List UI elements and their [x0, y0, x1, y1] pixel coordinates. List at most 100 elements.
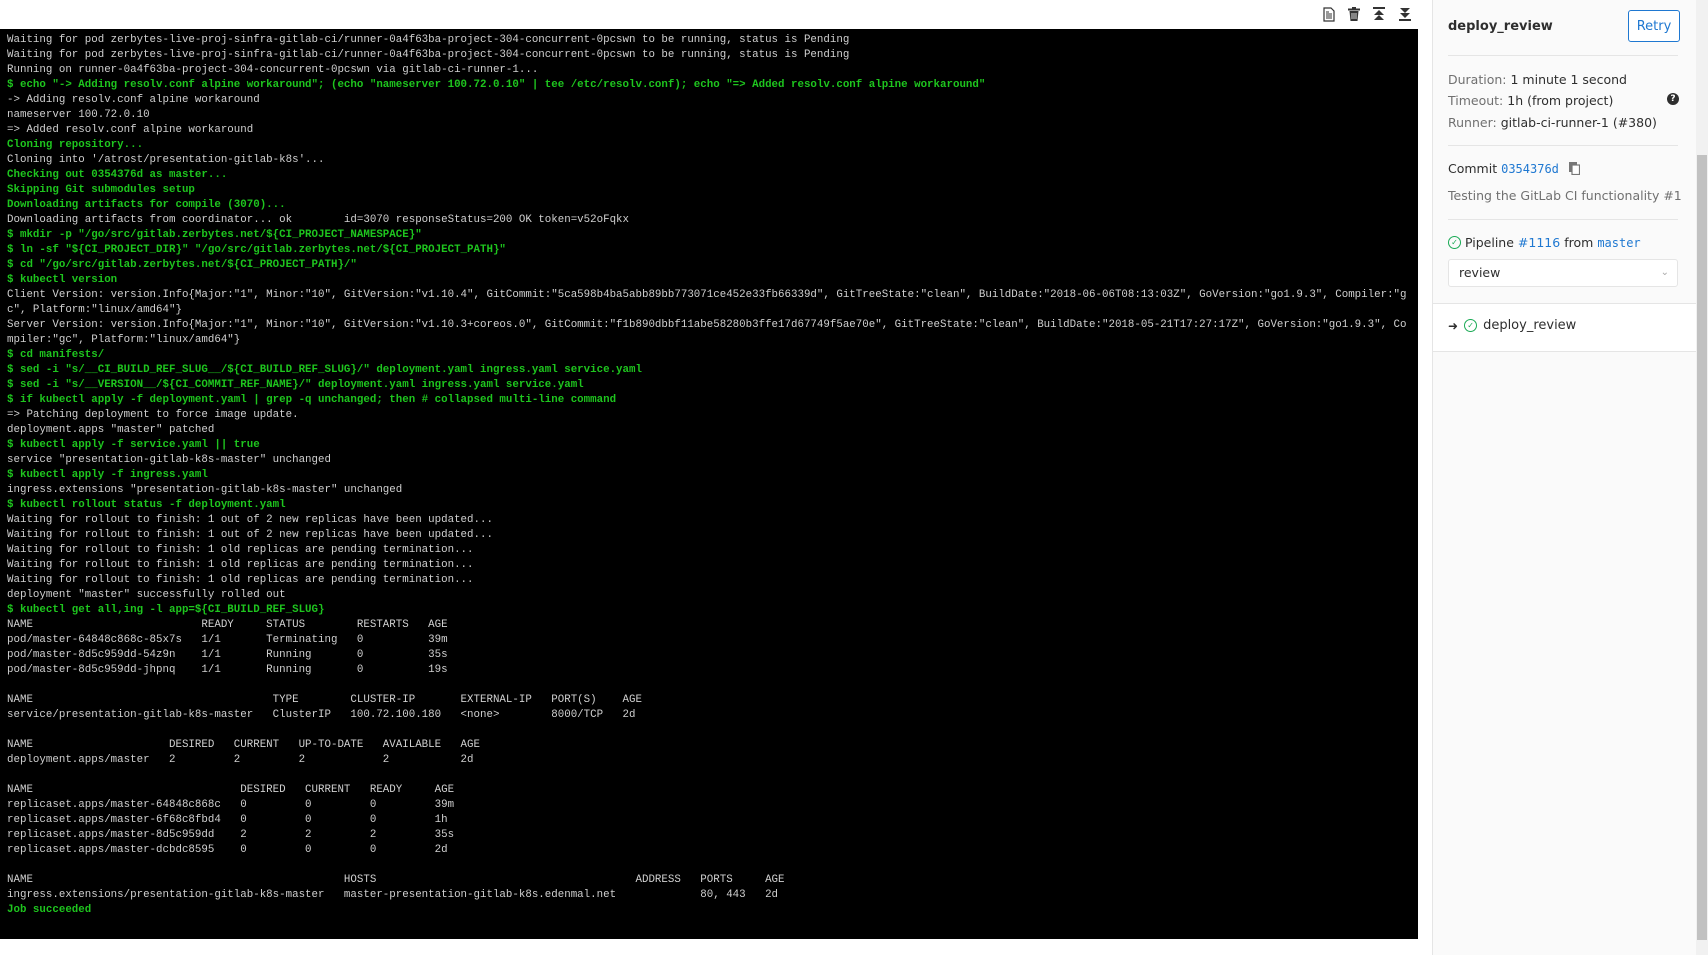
log-line: Checking out 0354376d as master... — [7, 169, 228, 181]
log-line: Waiting for rollout to finish: 1 old rep… — [7, 574, 474, 586]
log-line: Waiting for pod zerbytes-live-proj-sinfr… — [7, 34, 850, 46]
runner-label: Runner: — [1448, 115, 1497, 130]
timeout-value: 1h (from project) — [1507, 93, 1614, 108]
log-blank-line — [7, 768, 1407, 783]
stage-dropdown[interactable]: review ⌄ — [1448, 259, 1678, 287]
log-command-line: $ echo "-> Adding resolv.conf alpine wor… — [7, 79, 986, 91]
log-command-line: $ sed -i "s/__VERSION__/${CI_COMMIT_REF_… — [7, 379, 584, 391]
runner-value: gitlab-ci-runner-1 (#380) — [1500, 115, 1657, 130]
arrow-right-icon: ➜ — [1448, 318, 1459, 333]
job-title: deploy_review — [1448, 19, 1553, 34]
kubectl-table-header: NAME HOSTS ADDRESS PORTS AGE — [7, 874, 785, 886]
log-line: => Added resolv.conf alpine workaround — [7, 124, 254, 136]
log-line: Server Version: version.Info{Major:"1", … — [7, 319, 1407, 346]
log-command-line: $ kubectl apply -f service.yaml || true — [7, 439, 260, 451]
log-line: Waiting for rollout to finish: 1 old rep… — [7, 559, 474, 571]
log-command-line: $ ln -sf "${CI_PROJECT_DIR}" "/go/src/gi… — [7, 244, 506, 256]
commit-row: Commit 0354376d — [1448, 161, 1580, 178]
help-icon[interactable]: ? — [1667, 93, 1679, 105]
success-status-icon: ✓ — [1448, 236, 1461, 249]
divider — [1448, 145, 1678, 146]
duration-label: Duration: — [1448, 72, 1507, 87]
branch-link[interactable]: master — [1597, 236, 1640, 250]
log-line: Cloning repository... — [7, 139, 144, 151]
page-scrollbar[interactable] — [1696, 0, 1708, 955]
kubectl-table-header: NAME TYPE CLUSTER-IP EXTERNAL-IP PORT(S)… — [7, 694, 642, 706]
pipeline-row: ✓ Pipeline #1116 from master — [1448, 235, 1641, 250]
log-line: Downloading artifacts from coordinator..… — [7, 214, 630, 226]
log-line: Cloning into '/atrost/presentation-gitla… — [7, 154, 325, 166]
log-command-line: $ kubectl version — [7, 274, 118, 286]
kubectl-table-row: replicaset.apps/master-64848c868c 0 0 0 … — [7, 799, 455, 811]
log-line: => Patching deployment to force image up… — [7, 409, 299, 421]
commit-sha-link[interactable]: 0354376d — [1501, 162, 1559, 176]
log-output: Waiting for pod zerbytes-live-proj-sinfr… — [7, 18, 1407, 918]
build-trace: Waiting for pod zerbytes-live-proj-sinfr… — [0, 0, 1418, 939]
kubectl-table-row: pod/master-64848c868c-85x7s 1/1 Terminat… — [7, 634, 448, 646]
log-line: ingress.extensions "presentation-gitlab-… — [7, 484, 403, 496]
runner-row: Runner: gitlab-ci-runner-1 (#380) — [1448, 115, 1657, 130]
log-line: deployment.apps "master" patched — [7, 424, 215, 436]
timeout-row: Timeout: 1h (from project) — [1448, 93, 1613, 108]
kubectl-table-row: pod/master-8d5c959dd-jhpnq 1/1 Running 0… — [7, 664, 448, 676]
log-command-line: $ if kubectl apply -f deployment.yaml | … — [7, 394, 617, 406]
scrollbar-thumb[interactable] — [1697, 155, 1707, 940]
scroll-bottom-icon[interactable] — [1396, 5, 1414, 23]
pipeline-link[interactable]: #1116 — [1518, 235, 1560, 250]
job-succeeded-line: Job succeeded — [7, 904, 92, 916]
log-command-line: $ sed -i "s/__CI_BUILD_REF_SLUG__/${CI_B… — [7, 364, 642, 376]
kubectl-table-row: deployment.apps/master 2 2 2 2 2d — [7, 754, 474, 766]
log-line: Client Version: version.Info{Major:"1", … — [7, 289, 1407, 316]
log-command-line: $ kubectl get all,ing -l app=${CI_BUILD_… — [7, 604, 325, 616]
log-command-line: $ cd "/go/src/gitlab.zerbytes.net/${CI_P… — [7, 259, 357, 271]
pipeline-from: from — [1564, 235, 1594, 250]
log-line: Waiting for pod zerbytes-live-proj-sinfr… — [7, 49, 850, 61]
log-command-line: $ mkdir -p "/go/src/gitlab.zerbytes.net/… — [7, 229, 422, 241]
log-line: Waiting for rollout to finish: 1 out of … — [7, 529, 493, 541]
job-sidebar: deploy_review Retry Duration: 1 minute 1… — [1432, 0, 1696, 955]
kubectl-table-header: NAME DESIRED CURRENT READY AGE — [7, 784, 455, 796]
divider — [1448, 55, 1678, 56]
kubectl-table-row: replicaset.apps/master-6f68c8fbd4 0 0 0 … — [7, 814, 448, 826]
kubectl-table-header: NAME DESIRED CURRENT UP-TO-DATE AVAILABL… — [7, 739, 480, 751]
divider — [1448, 219, 1678, 220]
log-blank-line — [7, 723, 1407, 738]
log-line: service "presentation-gitlab-k8s-master"… — [7, 454, 331, 466]
log-line: Waiting for rollout to finish: 1 old rep… — [7, 544, 474, 556]
raw-log-icon[interactable] — [1320, 5, 1338, 23]
log-line: Waiting for rollout to finish: 1 out of … — [7, 514, 493, 526]
log-blank-line — [7, 678, 1407, 693]
retry-button[interactable]: Retry — [1628, 10, 1680, 42]
duration-row: Duration: 1 minute 1 second — [1448, 72, 1627, 87]
jobs-list: ➜ ✓ deploy_review — [1433, 303, 1696, 352]
erase-log-icon[interactable] — [1345, 5, 1363, 23]
copy-icon[interactable] — [1568, 162, 1580, 178]
kubectl-table-row: pod/master-8d5c959dd-54z9n 1/1 Running 0… — [7, 649, 448, 661]
log-line: nameserver 100.72.0.10 — [7, 109, 150, 121]
log-toolbar — [0, 0, 1418, 29]
log-line: deployment "master" successfully rolled … — [7, 589, 286, 601]
log-line: Downloading artifacts for compile (3070)… — [7, 199, 286, 211]
job-item[interactable]: ➜ ✓ deploy_review — [1448, 318, 1576, 333]
commit-message: Testing the GitLab CI functionality #1 — [1448, 188, 1682, 203]
job-item-name: deploy_review — [1483, 318, 1577, 333]
timeout-label: Timeout: — [1448, 93, 1504, 108]
pipeline-label: Pipeline — [1465, 235, 1514, 250]
log-command-line: $ kubectl rollout status -f deployment.y… — [7, 499, 286, 511]
log-line: -> Adding resolv.conf alpine workaround — [7, 94, 260, 106]
log-blank-line — [7, 858, 1407, 873]
kubectl-table-row: service/presentation-gitlab-k8s-master C… — [7, 709, 636, 721]
commit-label: Commit — [1448, 161, 1498, 176]
scroll-top-icon[interactable] — [1370, 5, 1388, 23]
log-command-line: $ kubectl apply -f ingress.yaml — [7, 469, 208, 481]
log-line: Running on runner-0a4f63ba-project-304-c… — [7, 64, 539, 76]
log-line: Skipping Git submodules setup — [7, 184, 195, 196]
duration-value: 1 minute 1 second — [1510, 72, 1628, 87]
stage-dropdown-value: review — [1459, 265, 1501, 280]
job-log-panel: Waiting for pod zerbytes-live-proj-sinfr… — [0, 0, 1418, 955]
kubectl-table-row: replicaset.apps/master-dcbdc8595 0 0 0 2… — [7, 844, 448, 856]
success-status-icon: ✓ — [1464, 319, 1478, 332]
log-command-line: $ cd manifests/ — [7, 349, 105, 361]
chevron-down-icon: ⌄ — [1660, 267, 1669, 278]
kubectl-table-row: replicaset.apps/master-8d5c959dd 2 2 2 3… — [7, 829, 455, 841]
